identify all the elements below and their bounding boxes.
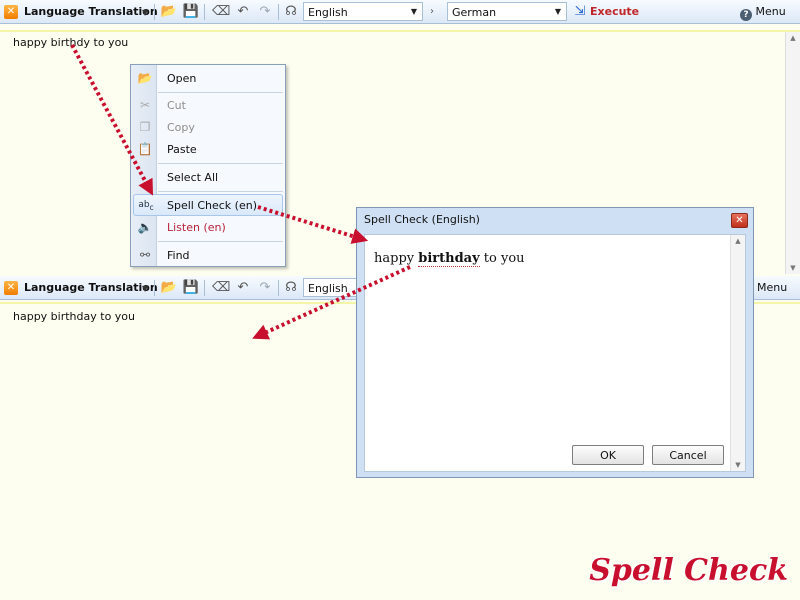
menu-item-find[interactable]: ⚯ Find <box>133 245 283 266</box>
eraser-icon[interactable]: ⌫ <box>212 3 230 21</box>
menu-item-select-all[interactable]: Select All <box>133 167 283 188</box>
speech-icon[interactable]: ☊ <box>282 3 300 21</box>
menu-separator <box>158 241 283 242</box>
menu-item-listen[interactable]: 🔈 Listen (en) <box>133 217 283 238</box>
help-icon: ? <box>740 9 752 21</box>
speech-icon[interactable]: ☊ <box>282 279 300 297</box>
execute-icon[interactable]: ⇲ <box>571 3 589 21</box>
menu-button[interactable]: ? Menu <box>740 5 786 21</box>
text-after: to you <box>479 251 525 266</box>
chevron-down-icon[interactable]: ▼ <box>552 5 564 18</box>
translation-app-icon: ✕ <box>4 281 18 295</box>
feature-caption: Spell Check <box>589 553 788 588</box>
cancel-button[interactable]: Cancel <box>652 445 724 465</box>
source-language-select[interactable]: English ▼ <box>303 2 423 21</box>
dialog-title: Spell Check (English) <box>364 213 480 226</box>
undo-icon[interactable]: ↶ <box>234 3 252 21</box>
source-pane-scrollbar[interactable]: ▲ ▼ <box>785 32 800 274</box>
ok-button[interactable]: OK <box>572 445 644 465</box>
target-language-select[interactable]: German ▼ <box>447 2 567 21</box>
menu-button[interactable]: Menu <box>757 281 787 294</box>
context-menu: 📂 Open ✂ Cut ❐ Copy 📋 Paste Select All a… <box>130 64 286 267</box>
undo-icon[interactable]: ↶ <box>234 279 252 297</box>
target-language-value: German <box>452 6 497 19</box>
scroll-up-icon[interactable]: ▲ <box>731 235 745 247</box>
spell-check-text: happy birthday to you <box>374 251 525 267</box>
app-title-dropdown-icon[interactable]: ▼ <box>142 284 148 293</box>
source-text: happy birthdy to you <box>13 36 129 49</box>
paste-icon: 📋 <box>137 142 153 156</box>
toolbar-separator <box>204 4 205 20</box>
menu-item-spell-check[interactable]: abc Spell Check (en) <box>133 194 283 216</box>
redo-icon[interactable]: ↷ <box>256 3 274 21</box>
app-title[interactable]: Language Translation <box>24 281 158 294</box>
spell-check-icon: abc <box>138 200 154 212</box>
menu-separator <box>158 92 283 93</box>
menu-separator <box>158 163 283 164</box>
menu-item-paste[interactable]: 📋 Paste <box>133 139 283 160</box>
text-before: happy <box>374 251 419 266</box>
copy-icon: ❐ <box>139 120 151 134</box>
open-folder-icon[interactable]: 📂 <box>160 3 178 21</box>
binoculars-icon: ⚯ <box>139 248 151 262</box>
bottom-language-select[interactable]: English <box>303 278 363 297</box>
menu-item-open[interactable]: 📂 Open <box>133 68 283 89</box>
app-title[interactable]: Language Translation <box>24 5 158 18</box>
toolbar-separator <box>154 280 155 296</box>
dialog-scrollbar[interactable]: ▲ ▼ <box>730 235 745 471</box>
toolbar-separator <box>278 280 279 296</box>
close-icon[interactable]: ✕ <box>731 213 748 228</box>
save-icon[interactable]: 💾 <box>182 279 200 297</box>
spell-check-dialog: Spell Check (English) ✕ happy birthday t… <box>356 207 754 478</box>
redo-icon[interactable]: ↷ <box>256 279 274 297</box>
scroll-up-icon[interactable]: ▲ <box>786 32 800 44</box>
result-text: happy birthday to you <box>13 310 136 323</box>
eraser-icon[interactable]: ⌫ <box>212 279 230 297</box>
toolbar-separator <box>154 4 155 20</box>
scroll-down-icon[interactable]: ▼ <box>731 459 745 471</box>
source-language-value: English <box>308 6 348 19</box>
menu-item-cut[interactable]: ✂ Cut <box>133 95 283 116</box>
speaker-icon: 🔈 <box>137 220 153 234</box>
execute-button[interactable]: Execute <box>590 5 639 18</box>
bottom-language-value: English <box>308 282 348 295</box>
app-title-dropdown-icon[interactable]: ▼ <box>142 8 148 17</box>
scissors-icon: ✂ <box>139 98 151 112</box>
menu-button-label: Menu <box>755 5 786 18</box>
scroll-down-icon[interactable]: ▼ <box>786 262 800 274</box>
menu-separator <box>158 191 283 192</box>
chevron-down-icon[interactable]: ▼ <box>408 5 420 18</box>
save-icon[interactable]: 💾 <box>182 3 200 21</box>
menu-button-label: Menu <box>757 281 788 294</box>
toolbar-separator <box>204 280 205 296</box>
open-folder-icon[interactable]: 📂 <box>160 279 178 297</box>
menu-item-copy[interactable]: ❐ Copy <box>133 117 283 138</box>
open-folder-icon: 📂 <box>137 71 153 85</box>
translation-app-icon: ✕ <box>4 5 18 19</box>
swap-arrow-icon[interactable]: › <box>426 3 438 21</box>
dialog-text-area[interactable]: happy birthday to you ▲ ▼ OK Cancel <box>364 234 746 472</box>
top-toolbar: ✕ Language Translation ▼ 📂 💾 ⌫ ↶ ↷ ☊ Eng… <box>0 0 800 24</box>
toolbar-separator <box>278 4 279 20</box>
corrected-word[interactable]: birthday <box>418 251 480 267</box>
